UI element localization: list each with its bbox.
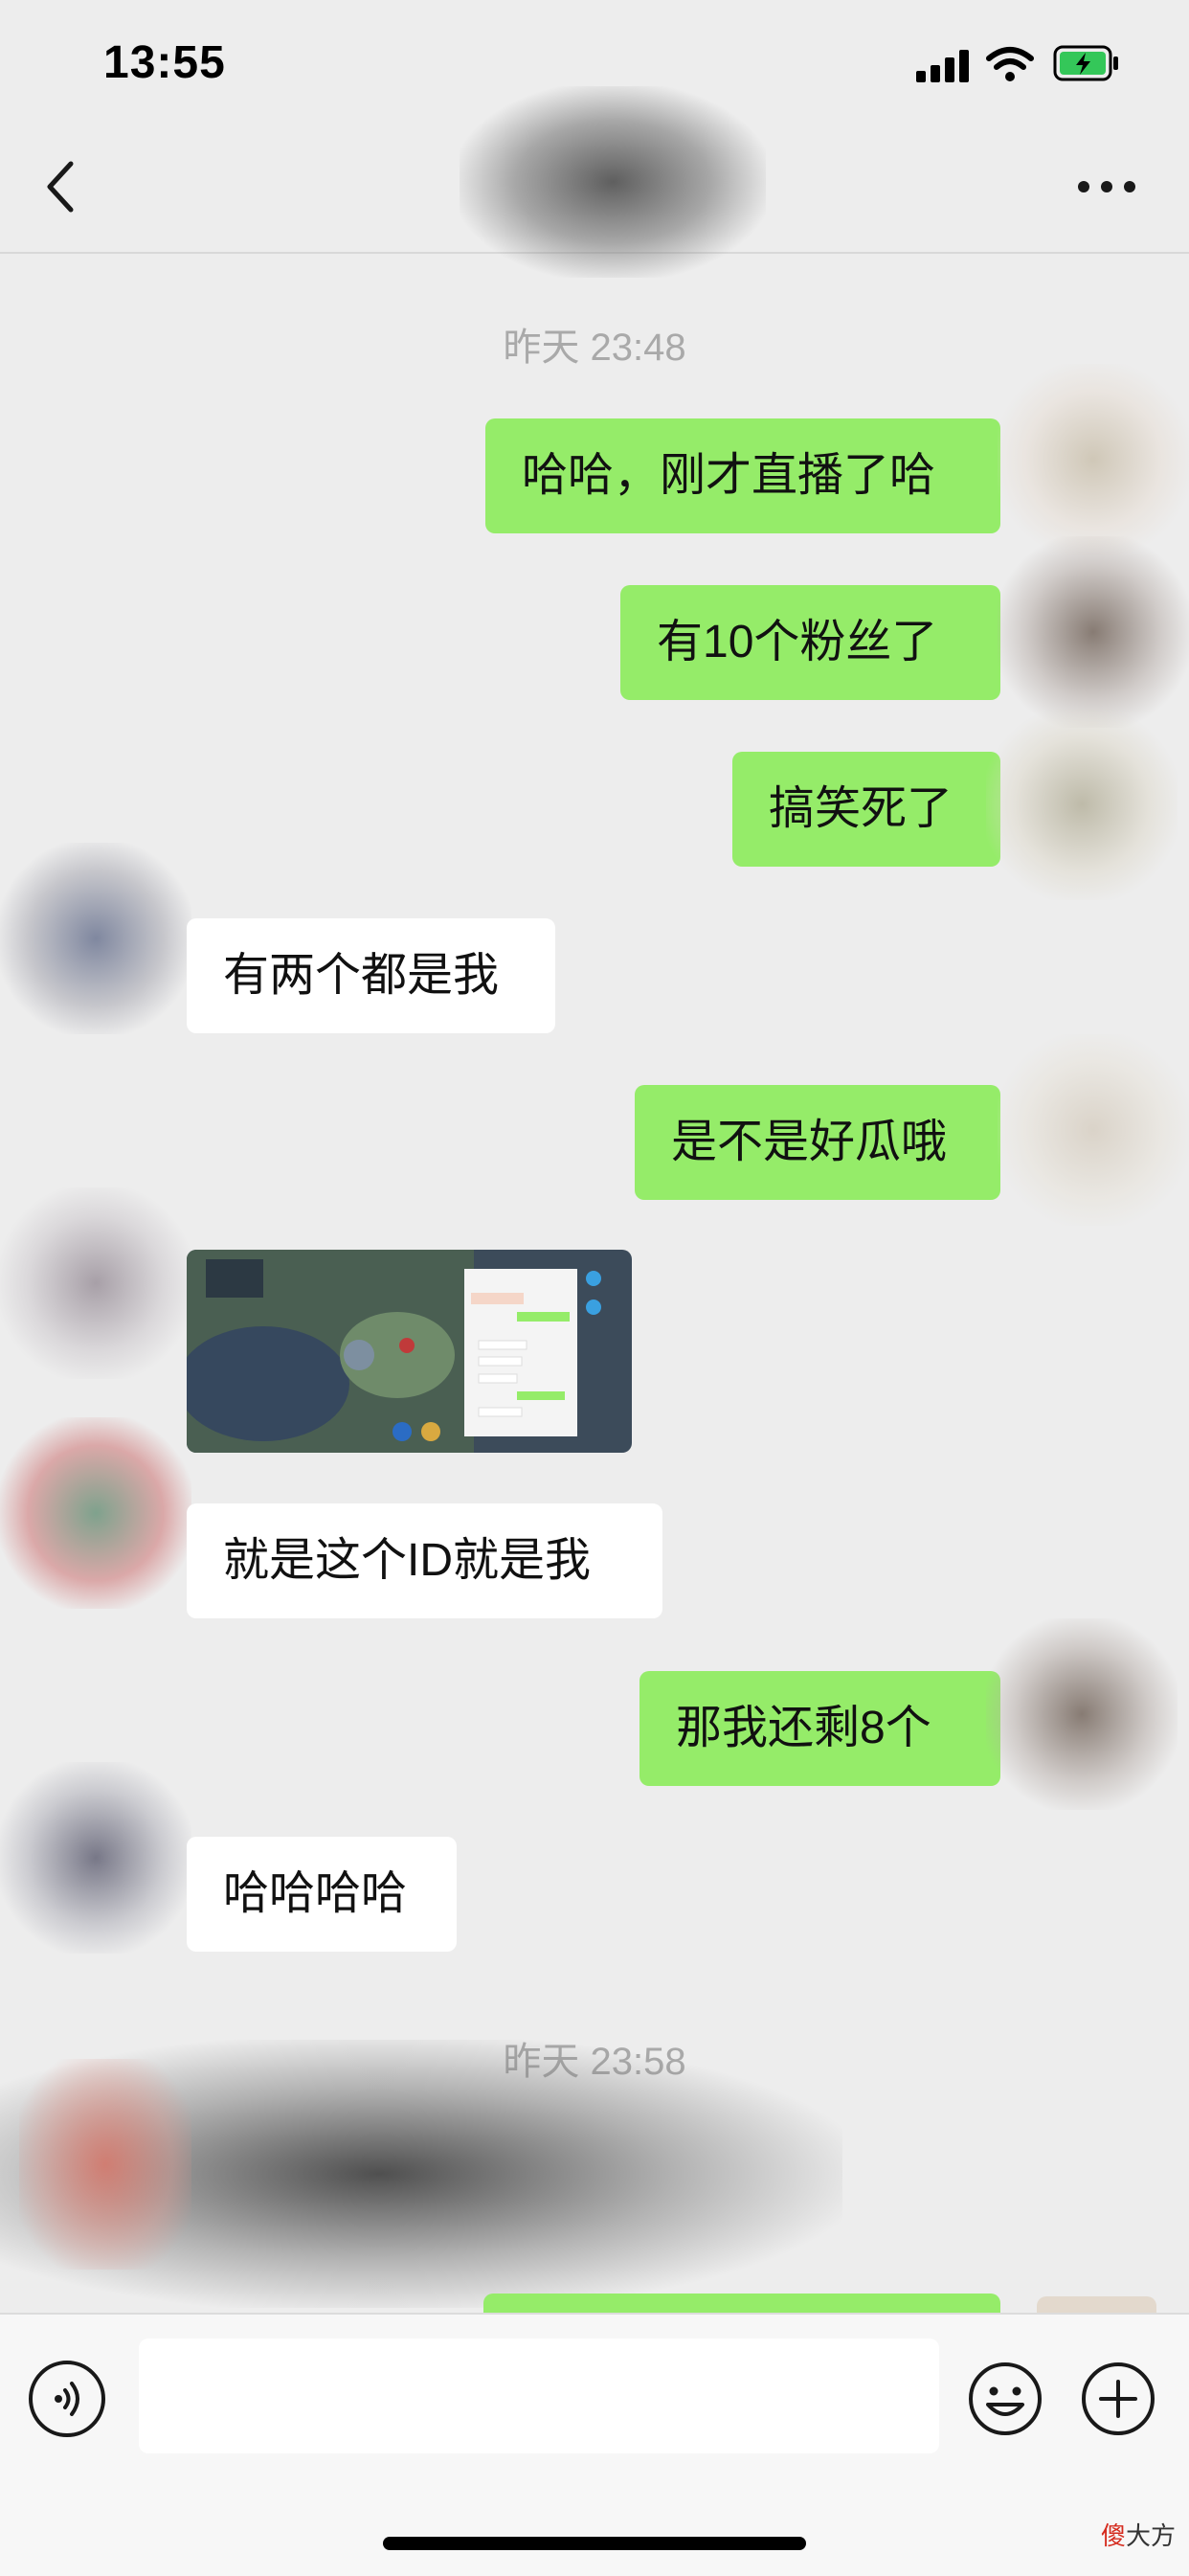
outgoing-message[interactable]: 哈哈，刚才直播了哈 xyxy=(485,418,1000,533)
wifi-icon xyxy=(986,47,1034,81)
emoji-icon[interactable] xyxy=(967,2361,1043,2437)
outgoing-message[interactable]: 是不是好瓜哦 xyxy=(635,1085,1000,1200)
more-options-icon[interactable] xyxy=(1076,177,1137,196)
cellular-signal-icon xyxy=(916,50,970,82)
contact-avatar[interactable] xyxy=(0,1417,191,1609)
my-avatar[interactable] xyxy=(998,536,1189,728)
chat-timestamp: 昨天 23:48 xyxy=(503,327,686,369)
my-avatar[interactable] xyxy=(998,364,1189,555)
my-avatar[interactable] xyxy=(998,1034,1189,1226)
contact-avatar[interactable] xyxy=(0,843,191,1034)
home-indicator xyxy=(383,2537,806,2550)
incoming-message[interactable]: 哈哈哈哈 xyxy=(187,1837,457,1952)
contact-avatar[interactable] xyxy=(0,1762,191,1954)
redacted-avatar xyxy=(19,2059,191,2270)
voice-icon xyxy=(55,2382,79,2416)
voice-input-button[interactable] xyxy=(29,2361,105,2437)
chat-header xyxy=(0,86,1189,278)
outgoing-message[interactable]: 有10个粉丝了 xyxy=(620,585,1000,700)
contact-avatar[interactable] xyxy=(0,1187,191,1379)
my-avatar[interactable] xyxy=(986,709,1178,900)
input-bar xyxy=(0,2313,1189,2576)
watermark: 傻大方 xyxy=(1101,2521,1177,2550)
status-time: 13:55 xyxy=(103,37,226,88)
incoming-message[interactable]: 就是这个ID就是我 xyxy=(187,1503,662,1618)
my-avatar[interactable] xyxy=(986,1618,1178,1810)
incoming-message[interactable]: 有两个都是我 xyxy=(187,918,555,1033)
outgoing-message-partial[interactable] xyxy=(483,2294,1000,2313)
redacted-contact-name xyxy=(460,86,766,278)
game-screenshot-image[interactable] xyxy=(187,1250,632,1453)
battery-charging-icon xyxy=(1053,45,1118,81)
add-attachment-icon[interactable] xyxy=(1080,2361,1156,2437)
back-chevron-icon[interactable] xyxy=(42,158,80,215)
outgoing-message[interactable]: 那我还剩8个 xyxy=(639,1671,1000,1786)
outgoing-message[interactable]: 搞笑死了 xyxy=(732,752,1000,867)
message-input[interactable] xyxy=(139,2339,939,2453)
